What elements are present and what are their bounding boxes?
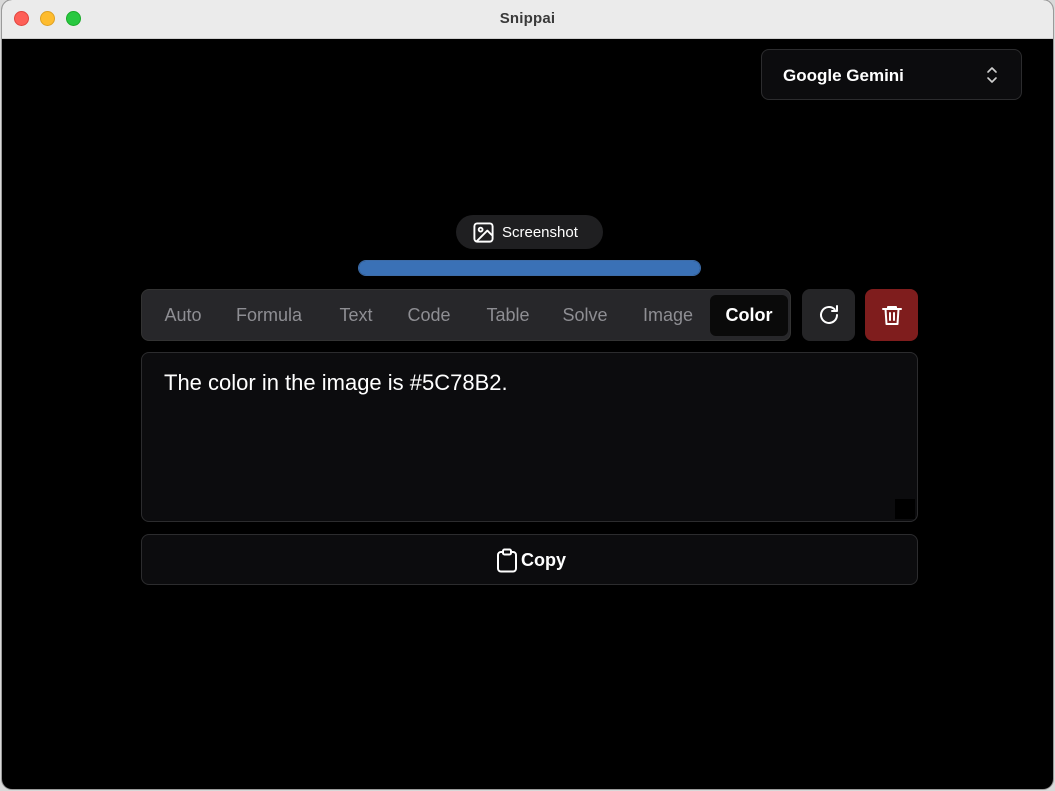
- tab-table[interactable]: Table: [473, 295, 543, 336]
- title-bar: Snippai: [2, 0, 1053, 39]
- mode-tabs: Auto Formula Text Code Table Solve Image…: [141, 289, 791, 341]
- copy-label: Copy: [521, 550, 566, 570]
- tab-code[interactable]: Code: [395, 295, 463, 336]
- tab-solve[interactable]: Solve: [551, 295, 619, 336]
- image-icon: [473, 222, 494, 243]
- screenshot-button[interactable]: Screenshot: [456, 215, 603, 249]
- output-text: The color in the image is #5C78B2.: [164, 370, 508, 395]
- tab-image[interactable]: Image: [628, 295, 708, 336]
- trash-icon: [882, 306, 902, 325]
- refresh-button[interactable]: [802, 289, 855, 341]
- delete-button[interactable]: [865, 289, 918, 341]
- tab-text[interactable]: Text: [325, 295, 387, 336]
- tab-formula[interactable]: Formula: [225, 295, 313, 336]
- refresh-icon: [820, 305, 838, 324]
- copy-button[interactable]: Copy: [141, 534, 918, 585]
- app-window: Snippai Google Gemini Screenshot Auto Fo…: [2, 0, 1053, 789]
- window-title: Snippai: [499, 10, 556, 27]
- progress-bar: [358, 260, 701, 276]
- resize-handle[interactable]: [895, 499, 915, 519]
- output-area[interactable]: The color in the image is #5C78B2.: [141, 352, 918, 522]
- clipboard-icon: [497, 548, 517, 573]
- tab-auto[interactable]: Auto: [151, 295, 215, 336]
- model-select-value: Google Gemini: [783, 66, 904, 85]
- screenshot-label: Screenshot: [502, 224, 578, 241]
- progress-fill: [359, 261, 700, 275]
- model-select[interactable]: Google Gemini: [761, 49, 1022, 100]
- tab-color[interactable]: Color: [710, 295, 788, 336]
- chevron-up-down-icon: [987, 67, 997, 83]
